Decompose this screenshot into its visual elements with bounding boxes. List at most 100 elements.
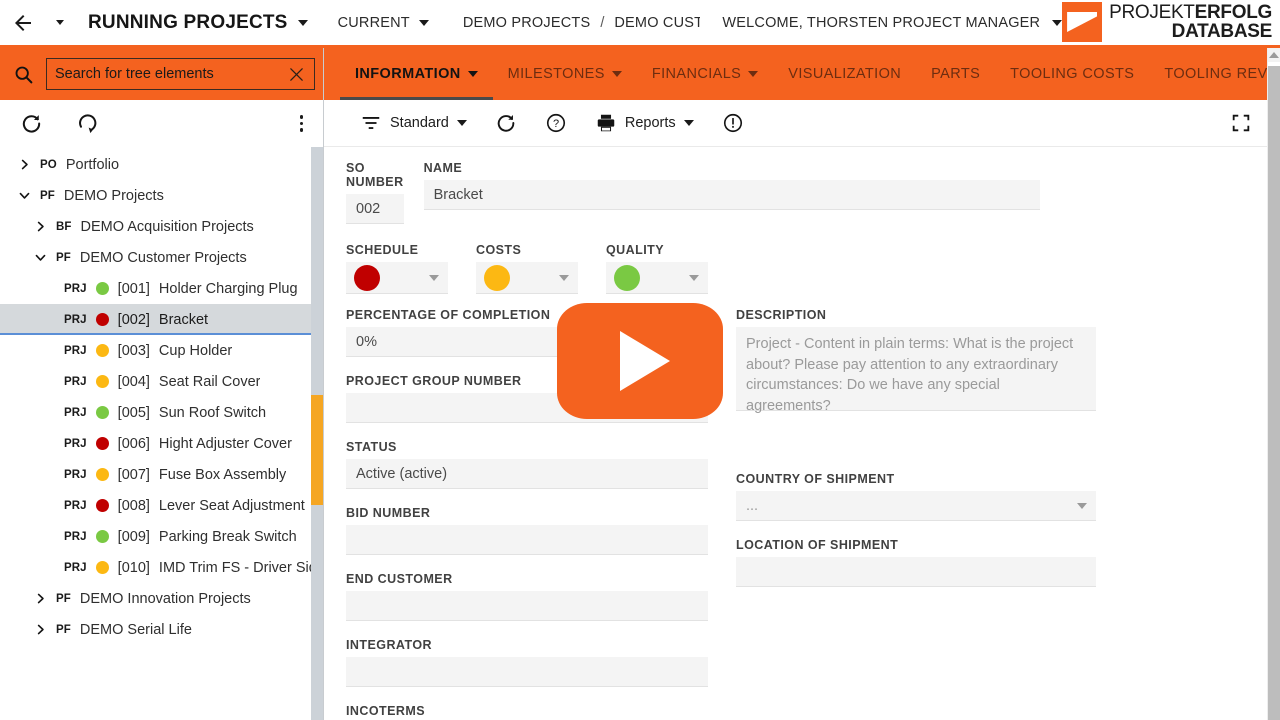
tree-item[interactable]: PRJ [008] Lever Seat Adjustment [0, 490, 323, 521]
so-number-value[interactable]: 002 [346, 194, 404, 224]
status-value[interactable]: Active (active) [346, 459, 708, 489]
tree-item[interactable]: PF DEMO Innovation Projects [0, 583, 323, 614]
end-customer-value[interactable] [346, 591, 708, 621]
tab-tooling-costs[interactable]: TOOLING COSTS [995, 48, 1149, 100]
search-input[interactable] [55, 66, 286, 82]
logo-line1-bold: ERFOLG [1194, 2, 1273, 23]
reports-button[interactable]: Reports [581, 112, 708, 134]
header-context-dropdown[interactable] [46, 20, 74, 25]
tree-item[interactable]: PRJ [006] Hight Adjuster Cover [0, 428, 323, 459]
tree-item[interactable]: PF DEMO Projects [0, 180, 323, 211]
tree-reset-button[interactable] [74, 111, 100, 137]
schedule-select[interactable] [346, 262, 448, 294]
tab-information[interactable]: INFORMATION [340, 48, 493, 100]
tree-item-type: PRJ [64, 375, 87, 388]
tree-expand-toggle[interactable] [34, 251, 47, 264]
tree-refresh-button[interactable] [18, 111, 44, 137]
tree-item[interactable]: BF DEMO Acquisition Projects [0, 211, 323, 242]
tree-item[interactable]: PRJ [004] Seat Rail Cover [0, 366, 323, 397]
tree-scrollbar[interactable] [311, 147, 323, 720]
chevron-right-icon [37, 221, 44, 232]
current-filter-selector[interactable]: CURRENT [338, 15, 429, 31]
tree-item-number: [007] [117, 466, 150, 483]
tree-item-number: [005] [117, 404, 150, 421]
quality-select[interactable] [606, 262, 708, 294]
breadcrumb-item-1[interactable]: DEMO CUST [614, 15, 700, 31]
chevron-down-icon [429, 274, 439, 281]
tree-item[interactable]: PF DEMO Serial Life [0, 614, 323, 645]
chevron-right-icon [37, 593, 44, 604]
app-root: RUNNING PROJECTS CURRENT DEMO PROJECTS /… [0, 0, 1280, 720]
tree-item-status-dot [95, 530, 109, 543]
search-input-wrapper[interactable] [46, 58, 315, 90]
tree-item-label: Lever Seat Adjustment [158, 497, 305, 514]
tree-item-status-dot [95, 313, 109, 326]
tab-financials[interactable]: FINANCIALS [637, 48, 773, 100]
tree-item[interactable]: PF DEMO Customer Projects [0, 242, 323, 273]
running-projects-selector[interactable]: RUNNING PROJECTS [74, 12, 308, 34]
chevron-down-icon [418, 19, 429, 26]
tree-item[interactable]: PRJ [007] Fuse Box Assembly [0, 459, 323, 490]
back-button[interactable] [0, 11, 46, 35]
tree-item-type: PF [56, 592, 71, 605]
costs-select[interactable] [476, 262, 578, 294]
scroll-up-button[interactable] [1268, 48, 1280, 62]
tree-item-type: PRJ [64, 561, 87, 574]
chevron-down-icon [683, 120, 694, 126]
tree-item[interactable]: PRJ [005] Sun Roof Switch [0, 397, 323, 428]
integrator-value[interactable] [346, 657, 708, 687]
tree-item-type: PRJ [64, 344, 87, 357]
location-of-shipment-label: LOCATION OF SHIPMENT [736, 538, 899, 552]
field-schedule: SCHEDULE [346, 243, 448, 294]
question-circle-icon: ? [546, 113, 565, 133]
help-button[interactable]: ? [531, 112, 581, 134]
search-button[interactable] [6, 64, 40, 85]
logo-text: PROJEKTERFOLG DATABASE [1109, 3, 1272, 41]
form-column-left: SO NUMBER 002 NAME Bracket SCHEDULE COST… [346, 161, 1040, 720]
tab-label: TOOLING COSTS [1010, 66, 1135, 82]
clear-search-button[interactable] [286, 64, 306, 84]
tab-parts[interactable]: PARTS [916, 48, 995, 100]
info-button[interactable] [708, 112, 758, 134]
search-icon [15, 66, 32, 83]
standard-filter-button[interactable]: Standard [346, 112, 481, 134]
detail-scrollbar-thumb[interactable] [1268, 66, 1280, 720]
tree-item[interactable]: PRJ [003] Cup Holder [0, 335, 323, 366]
location-of-shipment-value[interactable] [736, 557, 1096, 587]
tree-overflow-menu-button[interactable] [294, 112, 310, 135]
tree-expand-toggle[interactable] [34, 623, 47, 636]
tab-milestones[interactable]: MILESTONES [493, 48, 637, 100]
tree-item-label: Holder Charging Plug [158, 280, 298, 297]
detail-refresh-button[interactable] [481, 112, 531, 134]
tree-item[interactable]: PO Portfolio [0, 149, 323, 180]
tree-expand-toggle[interactable] [34, 592, 47, 605]
tree-expand-toggle[interactable] [34, 220, 47, 233]
tree-item-selected[interactable]: PRJ [002] Bracket [0, 304, 323, 335]
tree-item-label: IMD Trim FS - Driver Side [158, 559, 323, 576]
so-name-row: SO NUMBER 002 NAME Bracket [346, 161, 1040, 224]
svg-text:?: ? [553, 118, 559, 130]
tree-expand-toggle[interactable] [18, 158, 31, 171]
tree-item-number: [003] [117, 342, 150, 359]
schedule-status-dot [354, 264, 380, 291]
tree-item[interactable]: PRJ [001] Holder Charging Plug [0, 273, 323, 304]
video-play-overlay[interactable] [557, 303, 723, 419]
field-status: STATUS Active (active) [346, 440, 708, 489]
breadcrumb-item-0[interactable]: DEMO PROJECTS [463, 15, 590, 31]
country-of-shipment-select[interactable]: ... [736, 491, 1096, 521]
tab-visualization[interactable]: VISUALIZATION [773, 48, 916, 100]
user-menu[interactable]: WELCOME, THORSTEN PROJECT MANAGER [722, 15, 1063, 31]
tree-expand-toggle[interactable] [18, 189, 31, 202]
tab-tooling-revenue[interactable]: TOOLING REVENUE [1149, 48, 1280, 100]
tree-scrollbar-thumb[interactable] [311, 395, 323, 505]
fullscreen-button[interactable] [1216, 112, 1266, 134]
tree-item[interactable]: PRJ [009] Parking Break Switch [0, 521, 323, 552]
bid-number-value[interactable] [346, 525, 708, 555]
detail-toolbar: Standard ? Reports [324, 100, 1280, 147]
tree-item[interactable]: PRJ [010] IMD Trim FS - Driver Side [0, 552, 323, 583]
tab-label: INFORMATION [355, 66, 461, 82]
chevron-down-icon [1052, 19, 1063, 26]
description-value[interactable]: Project - Content in plain terms: What i… [736, 327, 1096, 414]
detail-scrollbar[interactable] [1267, 48, 1280, 720]
field-end-customer: END CUSTOMER [346, 572, 708, 621]
